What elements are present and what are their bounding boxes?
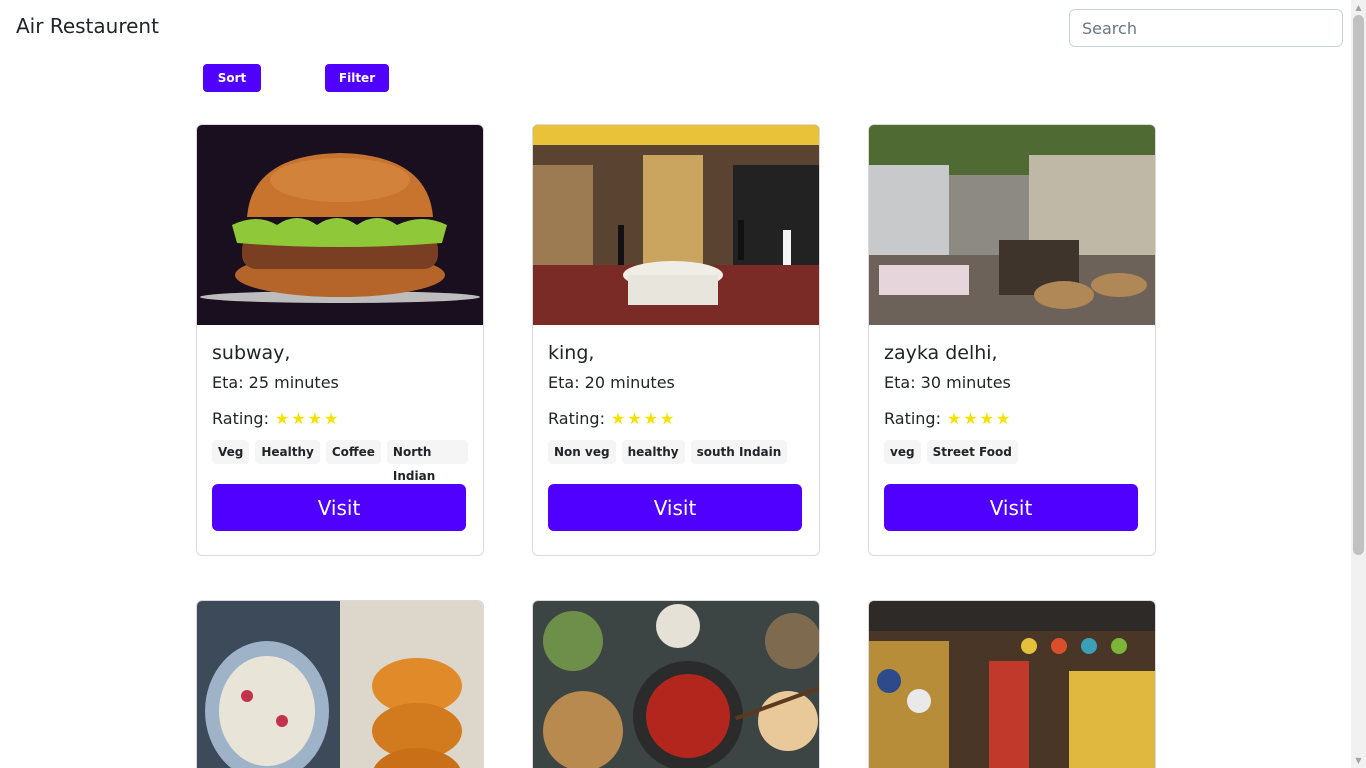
tag-list: Veg Healthy Coffee North Indian xyxy=(212,440,468,483)
star-icon: ★ xyxy=(627,409,642,428)
restaurant-card xyxy=(868,600,1156,768)
restaurant-card: subway, Eta: 25 minutes Rating: ★ ★ ★ ★ … xyxy=(196,124,484,556)
restaurant-card: zayka delhi, Eta: 30 minutes Rating: ★ ★… xyxy=(868,124,1156,556)
restaurant-eta: Eta: 25 minutes xyxy=(212,373,339,392)
filter-by-button[interactable]: Filter By xyxy=(325,64,389,113)
restaurant-card xyxy=(196,600,484,768)
restaurant-name: zayka delhi, xyxy=(884,342,998,364)
star-icon: ★ xyxy=(291,409,306,428)
cuisine-tag: Healthy xyxy=(255,440,320,464)
rating-stars: ★ ★ ★ ★ xyxy=(611,411,674,427)
rating-stars: ★ ★ ★ ★ xyxy=(275,411,338,427)
sort-by-button[interactable]: Sort By xyxy=(203,64,261,113)
scroll-up-arrow-icon[interactable]: ▲ xyxy=(1351,0,1366,15)
star-icon: ★ xyxy=(610,409,626,428)
visit-button[interactable]: Visit xyxy=(548,484,802,531)
scroll-thumb[interactable] xyxy=(1353,15,1364,555)
rating-label: Rating: xyxy=(884,409,941,428)
restaurant-eta: Eta: 30 minutes xyxy=(884,373,1011,392)
star-icon: ★ xyxy=(324,409,339,428)
rating-row: Rating: ★ ★ ★ ★ xyxy=(884,408,1140,430)
restaurant-name: subway, xyxy=(212,342,291,364)
star-icon: ★ xyxy=(946,409,962,428)
cuisine-tag: veg xyxy=(884,440,921,464)
restaurant-card xyxy=(532,600,820,768)
star-icon: ★ xyxy=(996,409,1011,428)
restaurant-image-rooftop-restaurant xyxy=(869,125,1155,325)
star-icon: ★ xyxy=(660,409,675,428)
cuisine-tag: south Indain xyxy=(690,440,788,464)
rating-row: Rating: ★ ★ ★ ★ xyxy=(548,408,804,430)
cuisine-tag: Coffee xyxy=(325,440,381,464)
star-icon: ★ xyxy=(963,409,978,428)
restaurant-image-street-food-snacks xyxy=(197,601,483,768)
star-icon: ★ xyxy=(979,409,995,428)
star-icon: ★ xyxy=(274,409,290,428)
restaurant-image-fine-dining-interior xyxy=(533,125,819,325)
restaurant-image-asian-food-spread xyxy=(533,601,819,768)
cuisine-tag: Veg xyxy=(212,440,250,464)
rating-row: Rating: ★ ★ ★ ★ xyxy=(212,408,468,430)
star-icon: ★ xyxy=(643,409,659,428)
cuisine-tag: healthy xyxy=(621,440,685,464)
tag-list: veg Street Food xyxy=(884,440,1140,464)
restaurant-card: king, Eta: 20 minutes Rating: ★ ★ ★ ★ No… xyxy=(532,124,820,556)
rating-label: Rating: xyxy=(212,409,269,428)
cuisine-tag: Non veg xyxy=(548,440,616,464)
restaurant-image-colorful-cafe-interior xyxy=(869,601,1155,768)
navbar: Air Restaurent xyxy=(0,0,1351,56)
visit-button[interactable]: Visit xyxy=(212,484,466,531)
app-brand[interactable]: Air Restaurent xyxy=(16,14,159,38)
restaurant-image-burger xyxy=(197,125,483,325)
cuisine-tag: North Indian xyxy=(386,440,468,483)
cuisine-tag: Street Food xyxy=(926,440,1018,464)
vertical-scrollbar[interactable]: ▲ ▼ xyxy=(1351,0,1366,768)
tag-list: Non veg healthy south Indain xyxy=(548,440,804,464)
scroll-down-arrow-icon[interactable]: ▼ xyxy=(1351,753,1366,768)
restaurant-eta: Eta: 20 minutes xyxy=(548,373,675,392)
rating-stars: ★ ★ ★ ★ xyxy=(947,411,1010,427)
restaurant-name: king, xyxy=(548,342,595,364)
star-icon: ★ xyxy=(307,409,323,428)
visit-button[interactable]: Visit xyxy=(884,484,1138,531)
rating-label: Rating: xyxy=(548,409,605,428)
search-input[interactable] xyxy=(1069,9,1343,47)
